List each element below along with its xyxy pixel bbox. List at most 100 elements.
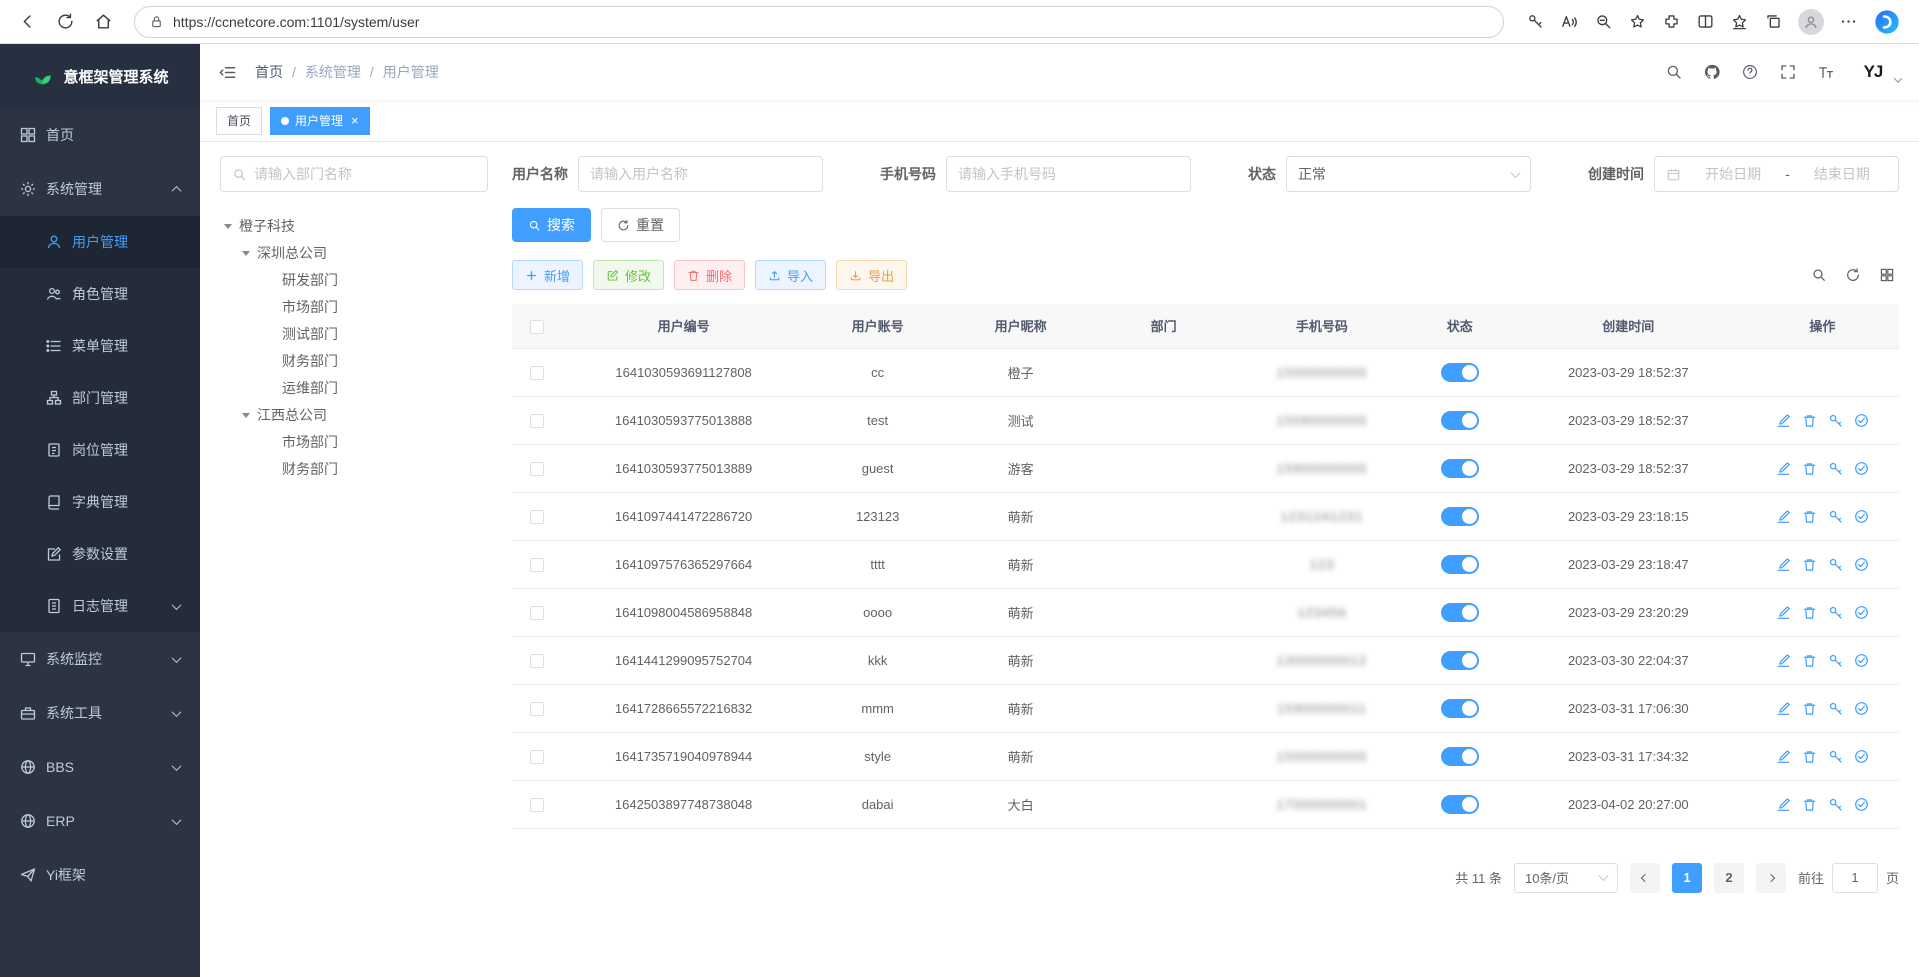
tree-node-leaf[interactable]: 研发部门 — [220, 266, 488, 293]
back-icon[interactable] — [10, 5, 44, 39]
status-select[interactable]: 正常 — [1286, 156, 1531, 192]
search-toggle-icon[interactable] — [1811, 267, 1827, 283]
sidebar-item-logs[interactable]: 日志管理 — [0, 580, 200, 632]
edit-button[interactable]: 修改 — [593, 260, 664, 290]
extensions-icon[interactable] — [1662, 12, 1681, 31]
date-range-picker[interactable]: 开始日期 - 结束日期 — [1654, 156, 1899, 192]
page-button-1[interactable]: 1 — [1672, 863, 1702, 893]
row-reset-password-icon[interactable] — [1828, 557, 1843, 572]
row-assign-role-icon[interactable] — [1854, 509, 1869, 524]
next-page-button[interactable] — [1756, 863, 1786, 893]
tree-node-leaf[interactable]: 测试部门 — [220, 320, 488, 347]
tree-node-leaf[interactable]: 财务部门 — [220, 455, 488, 482]
row-delete-icon[interactable] — [1802, 701, 1817, 716]
row-checkbox[interactable] — [530, 798, 544, 812]
collapse-sidebar-icon[interactable] — [218, 63, 237, 82]
sidebar-item-yi-framework[interactable]: Yi框架 — [0, 848, 200, 902]
row-reset-password-icon[interactable] — [1828, 461, 1843, 476]
sidebar-item-system[interactable]: 系统管理 — [0, 162, 200, 216]
select-all-checkbox[interactable] — [530, 320, 544, 334]
status-toggle[interactable] — [1441, 507, 1479, 526]
table-row[interactable]: 1641098004586958848 oooo 萌新 123456 2023-… — [512, 588, 1899, 636]
close-icon[interactable]: × — [351, 113, 359, 128]
split-screen-icon[interactable] — [1696, 12, 1715, 31]
row-checkbox[interactable] — [530, 510, 544, 524]
tree-node-leaf[interactable]: 财务部门 — [220, 347, 488, 374]
prev-page-button[interactable] — [1630, 863, 1660, 893]
caret-down-icon[interactable] — [242, 413, 250, 422]
row-assign-role-icon[interactable] — [1854, 653, 1869, 668]
row-assign-role-icon[interactable] — [1854, 413, 1869, 428]
read-aloud-icon[interactable] — [1560, 12, 1579, 31]
caret-down-icon[interactable] — [224, 224, 232, 233]
github-icon[interactable] — [1703, 63, 1721, 81]
table-row[interactable]: 1641735719040978944 style 萌新 15000000000… — [512, 732, 1899, 780]
table-row[interactable]: 1641441299095752704 kkk 萌新 13000000012 2… — [512, 636, 1899, 684]
department-search-input[interactable] — [254, 166, 476, 182]
row-reset-password-icon[interactable] — [1828, 749, 1843, 764]
status-toggle[interactable] — [1441, 555, 1479, 574]
table-row[interactable]: 1641030593691127808 cc 橙子 15000000000 20… — [512, 348, 1899, 396]
row-edit-icon[interactable] — [1776, 557, 1791, 572]
row-assign-role-icon[interactable] — [1854, 701, 1869, 716]
row-edit-icon[interactable] — [1776, 797, 1791, 812]
tree-node-branch[interactable]: 江西总公司 — [220, 401, 488, 428]
row-delete-icon[interactable] — [1802, 509, 1817, 524]
table-row[interactable]: 1641728665572216832 mmm 萌新 15900000011 2… — [512, 684, 1899, 732]
columns-grid-icon[interactable] — [1879, 267, 1895, 283]
zoom-icon[interactable] — [1594, 12, 1613, 31]
phone-field-wrap[interactable] — [946, 156, 1191, 192]
department-search[interactable] — [220, 156, 488, 192]
row-edit-icon[interactable] — [1776, 749, 1791, 764]
status-toggle[interactable] — [1441, 651, 1479, 670]
fullscreen-icon[interactable] — [1779, 63, 1797, 81]
breadcrumb-home[interactable]: 首页 — [255, 62, 283, 82]
row-checkbox[interactable] — [530, 366, 544, 380]
row-checkbox[interactable] — [530, 558, 544, 572]
breadcrumb-system[interactable]: 系统管理 — [305, 62, 361, 82]
refresh-table-icon[interactable] — [1845, 267, 1861, 283]
search-icon[interactable] — [1665, 63, 1683, 81]
tab-user-management[interactable]: 用户管理 × — [270, 107, 370, 135]
username-field-wrap[interactable] — [578, 156, 823, 192]
favorites-add-icon[interactable] — [1628, 12, 1647, 31]
copilot-icon[interactable] — [1873, 8, 1901, 36]
sidebar-item-home[interactable]: 首页 — [0, 108, 200, 162]
font-size-icon[interactable] — [1817, 63, 1835, 81]
row-checkbox[interactable] — [530, 606, 544, 620]
row-delete-icon[interactable] — [1802, 413, 1817, 428]
row-reset-password-icon[interactable] — [1828, 413, 1843, 428]
row-checkbox[interactable] — [530, 462, 544, 476]
sidebar-item-users[interactable]: 用户管理 — [0, 216, 200, 268]
page-button-2[interactable]: 2 — [1714, 863, 1744, 893]
sidebar-item-parameters[interactable]: 参数设置 — [0, 528, 200, 580]
row-assign-role-icon[interactable] — [1854, 749, 1869, 764]
refresh-icon[interactable] — [48, 5, 82, 39]
sidebar-item-menus[interactable]: 菜单管理 — [0, 320, 200, 372]
import-button[interactable]: 导入 — [755, 260, 826, 290]
row-reset-password-icon[interactable] — [1828, 605, 1843, 620]
help-icon[interactable] — [1741, 63, 1759, 81]
row-edit-icon[interactable] — [1776, 461, 1791, 476]
caret-down-icon[interactable] — [242, 251, 250, 260]
page-size-select[interactable]: 10条/页 — [1514, 863, 1618, 893]
row-reset-password-icon[interactable] — [1828, 701, 1843, 716]
collections-icon[interactable] — [1764, 12, 1783, 31]
row-checkbox[interactable] — [530, 750, 544, 764]
row-reset-password-icon[interactable] — [1828, 509, 1843, 524]
status-toggle[interactable] — [1441, 699, 1479, 718]
row-edit-icon[interactable] — [1776, 509, 1791, 524]
row-assign-role-icon[interactable] — [1854, 797, 1869, 812]
status-toggle[interactable] — [1441, 411, 1479, 430]
row-edit-icon[interactable] — [1776, 653, 1791, 668]
browser-profile-avatar[interactable] — [1798, 9, 1824, 35]
row-edit-icon[interactable] — [1776, 605, 1791, 620]
sidebar-item-roles[interactable]: 角色管理 — [0, 268, 200, 320]
home-icon[interactable] — [86, 5, 120, 39]
table-row[interactable]: 1641030593775013888 test 测试 15090000000 … — [512, 396, 1899, 444]
tree-node-leaf[interactable]: 市场部门 — [220, 428, 488, 455]
row-assign-role-icon[interactable] — [1854, 461, 1869, 476]
table-row[interactable]: 1641097441472286720 123123 萌新 1231241231… — [512, 492, 1899, 540]
search-button[interactable]: 搜索 — [512, 208, 591, 242]
table-row[interactable]: 1641097576365297664 tttt 萌新 123 2023-03-… — [512, 540, 1899, 588]
